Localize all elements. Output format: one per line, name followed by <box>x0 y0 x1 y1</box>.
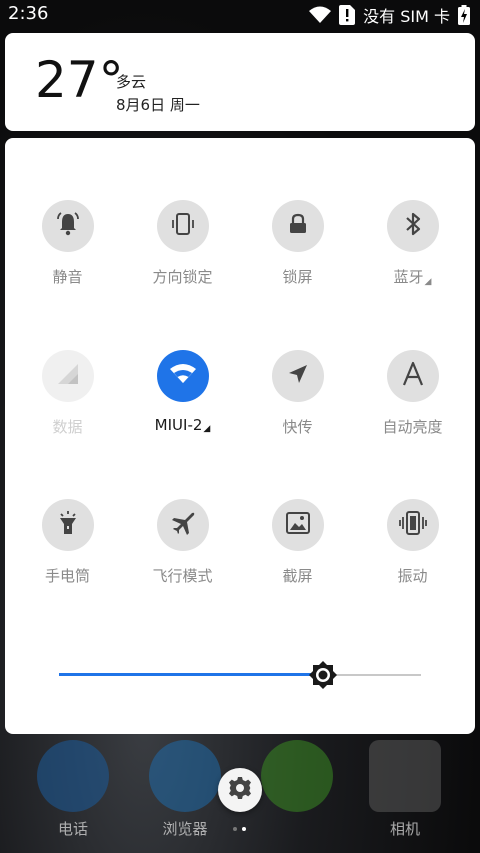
vibrate-icon <box>398 510 427 540</box>
status-time: 2:36 <box>8 3 49 24</box>
brightness-fill <box>59 673 324 676</box>
more-options-icon: ◢ <box>424 277 432 287</box>
tile-airplane-mode[interactable]: 飞行模式 <box>125 499 240 586</box>
mobile-data-icon <box>54 360 82 392</box>
wifi-icon <box>169 363 197 389</box>
page-dot <box>233 827 237 831</box>
carrier-text: 没有 SIM 卡 <box>363 7 450 26</box>
messages-icon <box>261 740 333 812</box>
tile-vibrate-button[interactable] <box>386 499 439 551</box>
tile-screenshot-label: 截屏 <box>282 567 313 585</box>
tile-lock-screen-label: 锁屏 <box>282 268 313 286</box>
tile-bluetooth-button[interactable] <box>386 200 439 252</box>
tile-rotation-lock-label: 方向锁定 <box>152 268 213 286</box>
dock-app-camera[interactable]: 相机 <box>350 740 460 839</box>
tile-flashlight-button[interactable] <box>41 499 94 551</box>
quick-settings-panel: 静音 方向锁定 锁屏 蓝牙◢ 数据 MIUI-2◢ 快传 自动亮度 手电筒 飞行… <box>5 138 475 734</box>
weather-date: 8月6日 周一 <box>116 96 200 114</box>
more-options-icon: ◢ <box>203 424 211 434</box>
tile-auto-brightness-label: 自动亮度 <box>382 418 443 436</box>
wifi-icon <box>309 6 332 24</box>
gear-icon <box>228 776 252 804</box>
weather-card[interactable]: 27° 多云 8月6日 周一 <box>5 33 475 131</box>
phone-icon <box>37 740 109 812</box>
weather-temperature: 27° <box>35 51 124 109</box>
tile-mute-button[interactable] <box>41 200 94 252</box>
brightness-sun-icon <box>309 661 338 693</box>
page-indicator <box>233 827 246 831</box>
tile-quick-transfer-label: 快传 <box>282 418 313 436</box>
tile-bluetooth[interactable]: 蓝牙◢ <box>355 200 470 287</box>
browser-icon <box>149 740 221 812</box>
tile-flashlight-label: 手电筒 <box>44 567 90 585</box>
tile-wifi-button[interactable] <box>156 350 209 402</box>
dock-app-phone[interactable]: 电话 <box>18 740 128 839</box>
dock-app-browser-label: 浏览器 <box>162 820 208 838</box>
flashlight-icon <box>56 510 80 540</box>
tile-mobile-data[interactable]: 数据 <box>10 350 125 437</box>
tile-flashlight[interactable]: 手电筒 <box>10 499 125 586</box>
tile-wifi[interactable]: MIUI-2◢ <box>125 350 240 434</box>
tile-mobile-data-label: 数据 <box>52 418 83 436</box>
tile-vibrate[interactable]: 振动 <box>355 499 470 586</box>
tile-lock-screen-button[interactable] <box>271 200 324 252</box>
rotation-lock-icon <box>170 211 196 241</box>
weather-condition: 多云 <box>116 73 147 91</box>
tile-quick-transfer[interactable]: 快传 <box>240 350 355 437</box>
tile-mute-label: 静音 <box>52 268 83 286</box>
settings-button[interactable] <box>218 768 262 812</box>
tile-rotation-lock[interactable]: 方向锁定 <box>125 200 240 287</box>
tile-screenshot-button[interactable] <box>271 499 324 551</box>
brightness-thumb[interactable] <box>309 661 338 689</box>
screenshot-icon <box>285 511 311 539</box>
dock-app-phone-label: 电话 <box>57 820 88 838</box>
tile-mute[interactable]: 静音 <box>10 200 125 287</box>
navigation-arrow-icon <box>286 362 310 390</box>
airplane-icon <box>170 510 196 540</box>
status-bar: 2:36 没有 SIM 卡 <box>0 0 480 28</box>
bell-icon <box>55 211 81 241</box>
brightness-slider[interactable] <box>59 661 421 689</box>
dock-app-camera-label: 相机 <box>389 820 420 838</box>
battery-charging-icon <box>458 5 470 25</box>
tile-vibrate-label: 振动 <box>397 567 428 585</box>
tile-mobile-data-button[interactable] <box>41 350 94 402</box>
tile-airplane-mode-button[interactable] <box>156 499 209 551</box>
tile-quick-transfer-button[interactable] <box>271 350 324 402</box>
tile-rotation-lock-button[interactable] <box>156 200 209 252</box>
tile-airplane-mode-label: 飞行模式 <box>152 567 213 585</box>
sim-alert-icon <box>339 5 356 25</box>
tile-wifi-label: MIUI-2◢ <box>154 416 211 434</box>
camera-icon <box>369 740 441 812</box>
auto-brightness-icon <box>401 361 425 391</box>
tile-screenshot[interactable]: 截屏 <box>240 499 355 586</box>
page-dot-active <box>242 827 246 831</box>
tile-lock-screen[interactable]: 锁屏 <box>240 200 355 287</box>
tile-auto-brightness-button[interactable] <box>386 350 439 402</box>
tile-auto-brightness[interactable]: 自动亮度 <box>355 350 470 437</box>
bluetooth-icon <box>401 211 425 241</box>
tile-bluetooth-label: 蓝牙◢ <box>393 268 432 287</box>
lock-icon <box>286 212 310 240</box>
